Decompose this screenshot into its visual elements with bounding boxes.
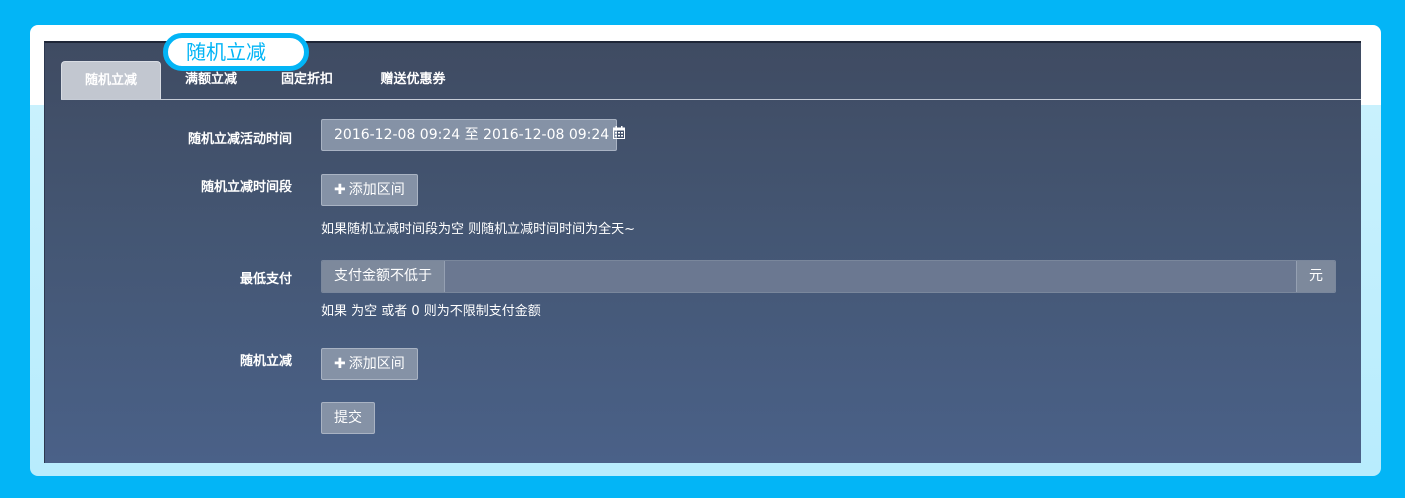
- random-discount-label: 随机立减: [239, 354, 292, 369]
- plus-icon: ✚: [334, 182, 346, 198]
- min-pay-input[interactable]: [445, 261, 1296, 292]
- calendar-icon: [613, 120, 626, 150]
- tab-gift-coupon[interactable]: 赠送优惠券: [361, 61, 465, 99]
- date-range-picker[interactable]: 2016-12-08 09:24 至 2016-12-08 09:24: [321, 119, 626, 151]
- settings-panel: 随机立减 满额立减 固定折扣 赠送优惠券: [44, 41, 1361, 463]
- add-time-slot-label: 添加区间: [348, 182, 405, 198]
- tab-random-discount[interactable]: 随机立减: [61, 61, 161, 99]
- time-slot-label: 随机立减时间段: [200, 180, 292, 195]
- add-time-slot-button[interactable]: ✚ 添加区间: [321, 174, 418, 206]
- highlight-bubble: 随机立减: [163, 33, 309, 71]
- min-pay-suffix: 元: [1296, 261, 1335, 292]
- min-pay-help: 如果 为空 或者 0 则为不限制支付金额: [321, 304, 541, 319]
- min-pay-label: 最低支付: [239, 272, 292, 287]
- date-range-value: 2016-12-08 09:24 至 2016-12-08 09:24: [334, 127, 610, 143]
- add-discount-range-label: 添加区间: [348, 356, 405, 372]
- min-pay-input-group: 支付金额不低于 元: [321, 260, 1336, 293]
- min-pay-prefix: 支付金额不低于: [322, 261, 445, 292]
- plus-icon: ✚: [334, 356, 346, 372]
- submit-button[interactable]: 提交: [321, 402, 375, 434]
- time-slot-help: 如果随机立减时间段为空 则随机立减时间时间为全天~: [321, 222, 636, 237]
- add-discount-range-button[interactable]: ✚ 添加区间: [321, 348, 418, 380]
- activity-time-label: 随机立减活动时间: [187, 132, 292, 147]
